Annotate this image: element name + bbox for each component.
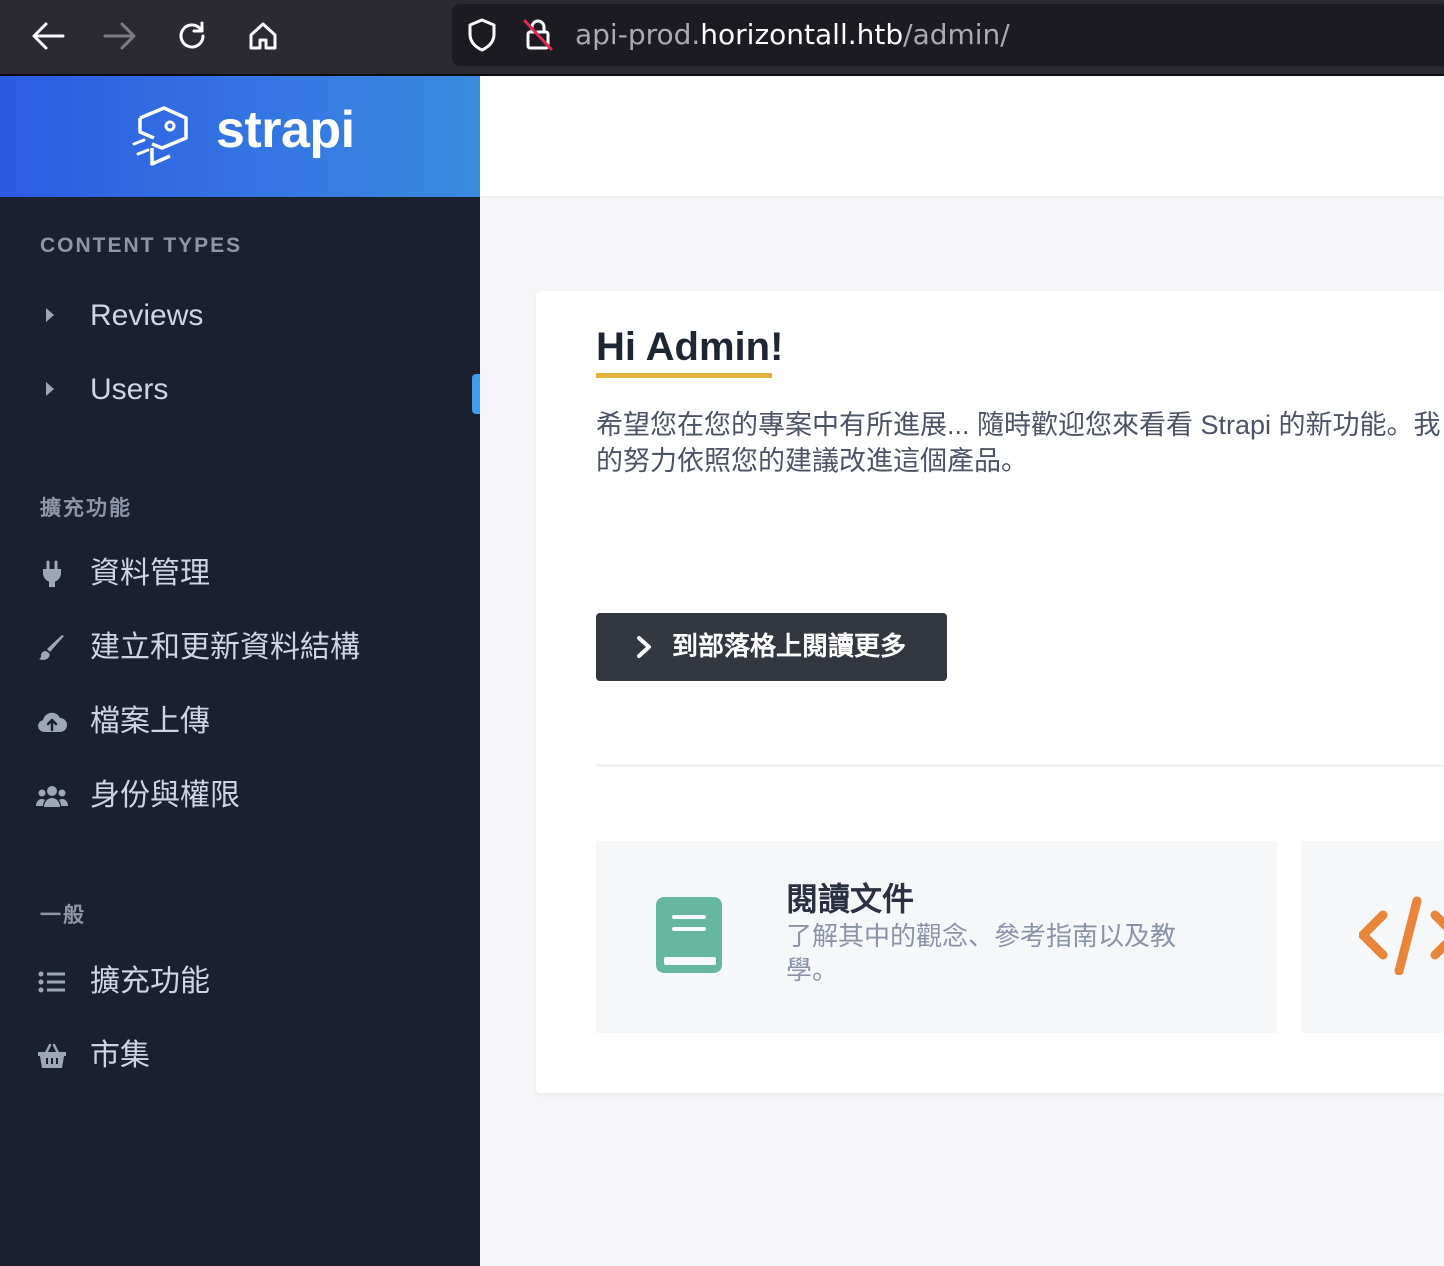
cloud-upload-icon [36, 708, 68, 736]
section-title-content-types: CONTENT TYPES [40, 234, 243, 257]
greeting-underline [596, 373, 772, 378]
code-tile[interactable] [1301, 841, 1444, 1033]
sidebar-item-roles-permissions[interactable]: 身份與權限 [0, 766, 480, 826]
url-host: horizontall.htb [700, 18, 904, 51]
brand-name: strapi [216, 101, 355, 159]
sidebar: strapi CONTENT TYPES Reviews Users 擴充功能 … [0, 76, 480, 1266]
shopping-basket-icon [36, 1042, 68, 1070]
docs-tile-description: 了解其中的觀念、參考指南以及教學。 [786, 921, 1177, 985]
reload-icon [179, 21, 205, 49]
sidebar-item-content-manager[interactable]: 資料管理 [0, 544, 480, 604]
docs-tile-title: 閱讀文件 [786, 881, 915, 917]
book-icon [656, 897, 722, 973]
read-blog-button[interactable]: 到部落格上閱讀更多 [596, 613, 947, 681]
caret-right-icon [46, 382, 54, 396]
sidebar-item-label: 市集 [90, 1039, 150, 1072]
url-path: /admin/ [903, 18, 1010, 51]
back-button[interactable] [26, 14, 70, 58]
insecure-lock-icon[interactable] [522, 18, 554, 57]
sidebar-scroll-indicator[interactable] [472, 374, 480, 414]
arrow-right-icon [103, 22, 136, 50]
card-divider [596, 764, 1444, 767]
list-icon [36, 968, 68, 996]
sidebar-item-label: 資料管理 [90, 557, 210, 590]
reload-button[interactable] [170, 14, 214, 58]
sidebar-item-label: Users [90, 373, 169, 406]
home-button[interactable] [241, 14, 285, 58]
code-icon [1359, 896, 1444, 975]
paint-brush-icon [36, 634, 68, 662]
strapi-logo-icon [132, 106, 188, 166]
welcome-text: 希望您在您的專案中有所進展... 隨時歡迎您來看看 Strapi 的新功能。我 … [596, 407, 1444, 479]
home-icon [249, 22, 277, 50]
sidebar-item-label: 身份與權限 [90, 779, 240, 812]
welcome-text-line-2: 的努力依照您的建議改進這個產品。 [596, 446, 1028, 476]
sidebar-item-label: Reviews [90, 299, 204, 332]
section-title-general: 一般 [40, 904, 86, 927]
forward-button[interactable] [98, 14, 142, 58]
url-text: api-prod.horizontall.htb/admin/ [575, 18, 1010, 52]
read-blog-label: 到部落格上閱讀更多 [672, 631, 907, 661]
sidebar-item-plugins[interactable]: 擴充功能 [0, 952, 480, 1012]
sidebar-item-label: 檔案上傳 [90, 705, 210, 738]
url-bar[interactable]: api-prod.horizontall.htb/admin/ [452, 4, 1444, 66]
welcome-card: Hi Admin! 希望您在您的專案中有所進展... 隨時歡迎您來看看 Stra… [536, 291, 1444, 1093]
browser-toolbar: api-prod.horizontall.htb/admin/ [0, 0, 1444, 76]
brand-header[interactable]: strapi [0, 76, 480, 197]
sidebar-item-reviews[interactable]: Reviews [0, 286, 480, 346]
sidebar-item-upload[interactable]: 檔案上傳 [0, 692, 480, 752]
sidebar-item-users[interactable]: Users [0, 360, 480, 420]
url-prefix: api-prod. [575, 18, 701, 51]
section-title-plugins: 擴充功能 [40, 497, 132, 520]
sidebar-item-marketplace[interactable]: 市集 [0, 1026, 480, 1086]
greeting-title: Hi Admin! [596, 325, 784, 369]
shield-icon[interactable] [466, 18, 498, 57]
caret-right-icon [46, 308, 54, 322]
sidebar-item-label: 擴充功能 [90, 965, 210, 998]
users-icon [36, 782, 68, 810]
top-header [480, 76, 1444, 198]
sidebar-item-label: 建立和更新資料結構 [90, 631, 360, 664]
welcome-text-line-1: 希望您在您的專案中有所進展... 隨時歡迎您來看看 Strapi 的新功能。我 [596, 410, 1441, 440]
arrow-left-icon [32, 22, 65, 50]
chevron-right-icon [637, 636, 651, 658]
sidebar-item-content-type-builder[interactable]: 建立和更新資料結構 [0, 618, 480, 678]
plug-icon [36, 560, 68, 588]
docs-tile[interactable]: 閱讀文件 了解其中的觀念、參考指南以及教學。 [596, 841, 1277, 1033]
